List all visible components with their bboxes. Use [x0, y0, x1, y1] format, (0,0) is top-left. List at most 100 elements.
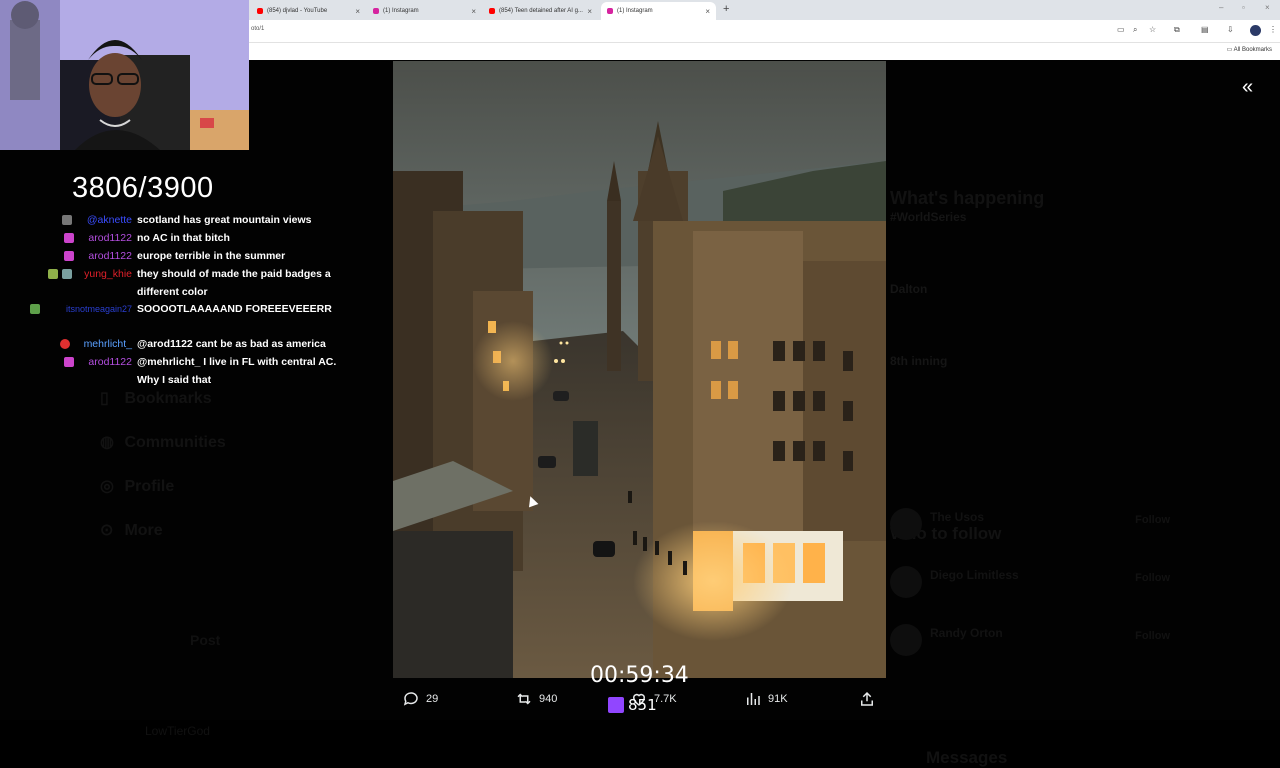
profile-avatar-icon[interactable]	[1250, 25, 1261, 36]
maximize-icon[interactable]: ▫	[1242, 3, 1245, 12]
download-icon[interactable]: ⇩	[1227, 25, 1234, 34]
like-count: 7.7K	[654, 693, 677, 705]
share-button[interactable]	[858, 686, 876, 712]
chat-badge-icon	[60, 339, 70, 349]
trend-item[interactable]: #WorldSeries	[890, 210, 966, 224]
views-count: 91K	[768, 693, 788, 705]
trend-name: Dalton	[890, 282, 928, 296]
address-bar[interactable]: oto/1	[251, 26, 264, 32]
tweet-photo[interactable]	[393, 61, 886, 678]
communities-icon: ◍	[100, 434, 114, 451]
follow-name: Diego Limitless	[930, 568, 1019, 582]
twitch-sub-count: 851	[608, 696, 657, 714]
follow-suggestion[interactable]: Randy Orton Follow	[890, 624, 1190, 664]
trend-name: 8th inning	[890, 354, 948, 368]
trend-name: #WorldSeries	[890, 210, 967, 224]
repost-icon	[517, 693, 531, 705]
trend-item[interactable]: 8th inning	[890, 354, 947, 368]
whats-happening-heading: What's happening	[890, 188, 1045, 208]
messages-drawer-title[interactable]: Messages	[926, 748, 1007, 768]
more-icon: ⊙	[100, 522, 114, 539]
sub-count-value: 851	[628, 696, 657, 714]
all-bookmarks-label: All Bookmarks	[1233, 47, 1272, 53]
account-name[interactable]: LowTierGod	[145, 724, 210, 738]
bookmark-icon: ▯	[100, 390, 109, 407]
chat-username[interactable]: arod1122	[72, 247, 132, 265]
follow-button[interactable]: Follow	[1135, 630, 1170, 642]
tab-title: (854) Teen detained after AI g...	[499, 8, 583, 14]
close-icon[interactable]: ×	[355, 7, 360, 16]
follow-name: Randy Orton	[930, 626, 1003, 640]
browser-tab[interactable]: (854) Teen detained after AI g... ×	[483, 2, 598, 20]
nav-communities[interactable]: ◍ Communities	[100, 432, 226, 452]
sidebar-icon[interactable]: ▤	[1201, 25, 1209, 34]
chat-text: scotland has great mountain views	[137, 214, 312, 226]
chat-username[interactable]: arod1122	[72, 229, 132, 247]
folder-icon: ▭	[1226, 47, 1234, 53]
reply-icon	[403, 692, 418, 706]
bookmarks-bar: ▭ All Bookmarks	[249, 43, 1280, 60]
nav-more[interactable]: ⊙ More	[100, 520, 163, 540]
chat-badge-icon	[62, 215, 72, 225]
menu-kebab-icon[interactable]: ⋮	[1269, 25, 1277, 34]
chat-text: no AC in that bitch	[137, 232, 230, 244]
tab-title: (1) Instagram	[617, 8, 653, 14]
browser-tab[interactable]: (1) Instagram ×	[367, 2, 482, 20]
star-icon[interactable]: ☆	[1149, 25, 1156, 34]
analytics-icon	[747, 693, 760, 705]
collapse-sidebar-icon[interactable]: «	[1242, 76, 1253, 99]
browser-tabstrip: (854) djvlad - YouTube × (1) Instagram ×…	[249, 0, 1280, 20]
new-tab-button[interactable]: +	[723, 3, 729, 15]
extensions-icon[interactable]: ⧉	[1174, 25, 1180, 35]
share-icon	[861, 691, 873, 706]
nav-profile[interactable]: ◎ Profile	[100, 476, 174, 496]
avatar	[890, 624, 922, 656]
repost-button[interactable]: 940	[515, 686, 557, 712]
follow-suggestion[interactable]: The Usos Follow	[890, 508, 1190, 548]
webcam-overlay	[0, 0, 249, 150]
reply-button[interactable]: 29	[402, 686, 438, 712]
chat-badge-icon	[30, 304, 40, 314]
chat-username[interactable]: @aknette	[72, 211, 132, 229]
window-close-icon[interactable]: ×	[1265, 3, 1270, 12]
nav-bookmarks[interactable]: ▯ Bookmarks	[100, 388, 212, 408]
stream-timer: 00:59:34	[590, 663, 689, 688]
avatar	[890, 566, 922, 598]
youtube-favicon-icon	[257, 8, 263, 14]
chat-text: europe terrible in the summer	[137, 250, 286, 262]
avatar	[890, 508, 922, 540]
reply-count: 29	[426, 693, 439, 705]
chat-username[interactable]: arod1122	[72, 353, 132, 371]
chat-badge-icon	[62, 269, 72, 279]
follow-button[interactable]: Follow	[1135, 572, 1170, 584]
close-icon[interactable]: ×	[471, 7, 476, 16]
minimize-icon[interactable]: –	[1219, 3, 1223, 12]
nav-label: More	[124, 522, 163, 539]
close-icon[interactable]: ×	[705, 7, 710, 16]
repost-count: 940	[539, 693, 558, 705]
chat-text: @mehrlicht_ I live in FL with central AC…	[137, 356, 337, 386]
nav-label: Bookmarks	[124, 390, 212, 407]
chat-username[interactable]: mehrlicht_	[72, 335, 132, 353]
follow-suggestion[interactable]: Diego Limitless Follow	[890, 566, 1190, 606]
tab-title: (1) Instagram	[383, 8, 419, 14]
zoom-icon[interactable]: ⌕	[1133, 25, 1137, 35]
all-bookmarks-button[interactable]: ▭ All Bookmarks	[1227, 46, 1272, 53]
close-icon[interactable]: ×	[587, 7, 592, 16]
trend-item[interactable]: Dalton	[890, 282, 927, 296]
chat-text: SOOOOTLAAAAAND FOREEEVEEERR	[137, 303, 332, 315]
chat-username[interactable]: yung_khie	[72, 265, 132, 283]
follow-button[interactable]: Follow	[1135, 514, 1170, 526]
chat-text: they should of made the paid badges a di…	[137, 268, 331, 298]
chat-username[interactable]: itsnotmeagain27	[42, 300, 132, 318]
views-button[interactable]: 91K	[744, 686, 788, 712]
nav-label: Profile	[124, 478, 175, 495]
profile-icon: ◎	[100, 478, 114, 495]
post-button[interactable]: Post	[190, 632, 220, 648]
cast-icon[interactable]: ▭	[1117, 25, 1125, 34]
browser-toolbar: oto/1 ▭ ⌕ ☆ ⧉ ▤ ⇩ ⋮	[249, 20, 1280, 43]
browser-tab[interactable]: (854) djvlad - YouTube ×	[251, 2, 366, 20]
instagram-favicon-icon	[373, 8, 379, 14]
browser-tab-active[interactable]: (1) Instagram ×	[601, 2, 716, 20]
sub-goal-counter: 3806/3900	[72, 172, 214, 204]
